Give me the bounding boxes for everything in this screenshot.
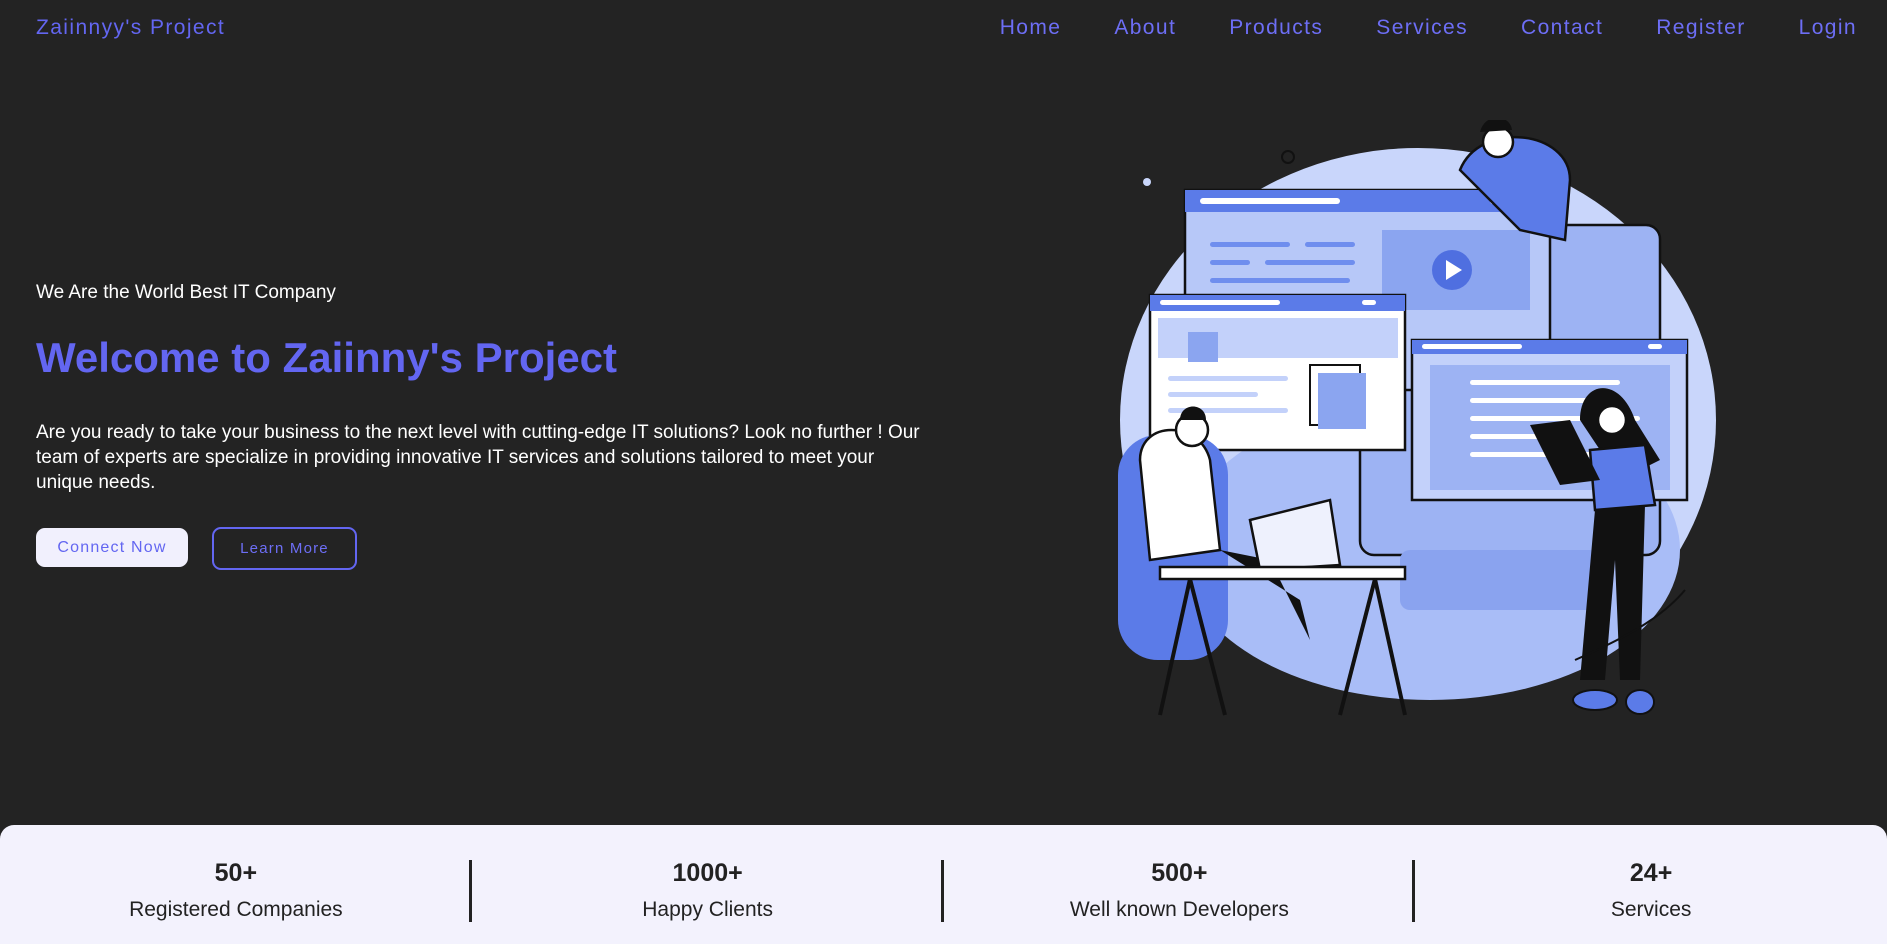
hero-description: Are you ready to take your business to t… xyxy=(36,422,920,493)
nav-register[interactable]: Register xyxy=(1656,16,1745,40)
stat-companies: 50+ Registered Companies xyxy=(0,825,472,944)
stat-value: 500+ xyxy=(1151,859,1208,887)
stats-bar: 50+ Registered Companies 1000+ Happy Cli… xyxy=(0,825,1887,944)
desk xyxy=(1158,565,1407,581)
top-navbar: Zaiinnyy's Project Home About Products S… xyxy=(0,0,1887,58)
hero-tagline: We Are the World Best IT Company xyxy=(36,282,336,303)
hero-buttons: Connect Now Learn More xyxy=(36,527,357,570)
nav-products[interactable]: Products xyxy=(1229,16,1323,40)
nav-login[interactable]: Login xyxy=(1799,16,1857,40)
decor-dot xyxy=(1143,178,1151,186)
stat-services: 24+ Services xyxy=(1415,825,1887,944)
nav-home[interactable]: Home xyxy=(1000,16,1062,40)
brand-logo[interactable]: Zaiinnyy's Project xyxy=(36,16,225,40)
stat-label: Services xyxy=(1610,898,1692,921)
learn-more-button[interactable]: Learn More xyxy=(212,527,357,570)
monitor-stand xyxy=(1400,550,1600,610)
stat-label: Registered Companies xyxy=(129,898,343,921)
stat-value: 50+ xyxy=(214,859,258,887)
nav-links: Home About Products Services Contact Reg… xyxy=(947,16,1857,40)
stat-developers: 500+ Well known Developers xyxy=(944,825,1416,944)
stat-label: Happy Clients xyxy=(642,898,773,921)
stat-value: 24+ xyxy=(1629,859,1673,887)
stat-clients: 1000+ Happy Clients xyxy=(472,825,944,944)
nav-services[interactable]: Services xyxy=(1376,16,1468,40)
hero-section: We Are the World Best IT Company Welcome… xyxy=(36,282,936,495)
stat-value: 1000+ xyxy=(672,859,743,887)
hero-title: Welcome to Zaiinny's Project xyxy=(36,334,618,381)
connect-now-button[interactable]: Connect Now xyxy=(36,528,188,567)
decor-circle xyxy=(1281,150,1295,164)
hero-illustration xyxy=(1118,120,1716,716)
stat-label: Well known Developers xyxy=(1069,898,1289,921)
nav-contact[interactable]: Contact xyxy=(1521,16,1603,40)
nav-about[interactable]: About xyxy=(1114,16,1176,40)
